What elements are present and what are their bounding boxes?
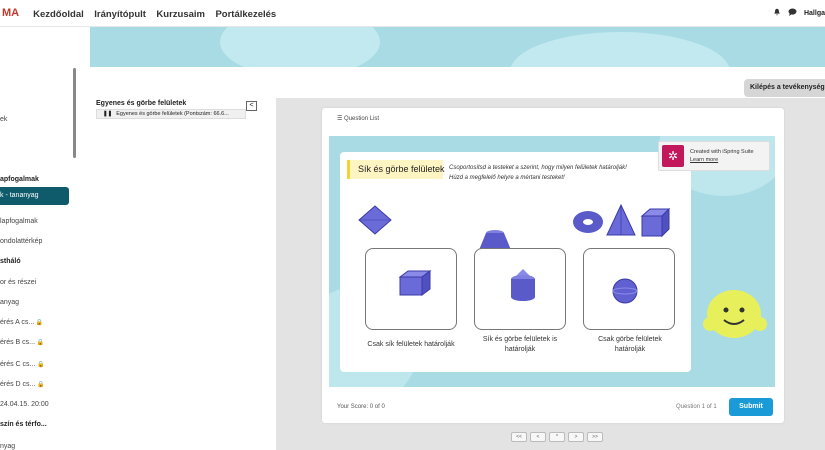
sidebar-item-label: anyag xyxy=(0,299,20,306)
nav-my-courses[interactable]: Kurzusaim xyxy=(156,9,205,20)
attempt-label: Egyenes és görbe felületek (Pontszám: 66… xyxy=(116,111,229,117)
collapse-player-button[interactable]: ^ xyxy=(549,432,565,442)
user-menu[interactable]: Hallga xyxy=(804,10,825,17)
sidebar-item[interactable]: érés C cs... 🔒 xyxy=(0,361,72,368)
sidebar-item-label: 24.04.15. 20:00 xyxy=(0,401,49,408)
sidebar-item-label: apfogalmak xyxy=(0,176,39,183)
prism-shape[interactable] xyxy=(398,269,432,299)
course-index-sidebar: ek apfogalmak k - tananyag lapfogalmak ondol… xyxy=(0,27,75,450)
bell-icon[interactable] xyxy=(773,8,781,18)
ispring-logo-icon: ✲ xyxy=(662,145,684,167)
activity-attempt-row[interactable]: ❚❚ Egyenes és görbe felületek (Pontszám: … xyxy=(96,109,246,119)
question-counter: Question 1 of 1 xyxy=(676,404,717,410)
main-nav: Kezdőoldal Irányítópult Kurzusaim Portál… xyxy=(33,4,282,22)
cube-shape[interactable] xyxy=(638,206,672,238)
pyramid-shape[interactable] xyxy=(605,203,637,239)
banner-decoration xyxy=(510,32,730,67)
pause-icon: ❚❚ xyxy=(103,111,113,117)
sidebar-item[interactable]: ek xyxy=(0,116,72,123)
sidebar-item-label: k - tananyag xyxy=(0,192,39,199)
ispring-caption: Created with iSpring Suite xyxy=(690,149,754,155)
sidebar-item[interactable]: ondolattérkép xyxy=(0,238,72,245)
score-label: Your Score: 0 of 0 xyxy=(337,404,385,410)
sidebar-item-label: stháló xyxy=(0,258,21,265)
sphere-shape[interactable] xyxy=(611,277,639,305)
sidebar-item-label: lapfogalmak xyxy=(0,218,38,225)
sidebar-item-label: ondolattérkép xyxy=(0,238,43,245)
sidebar-item[interactable]: or és részei xyxy=(0,279,72,286)
dropzone-label: Csak görbe felületek határolják xyxy=(598,336,662,353)
sidebar-item-label: ek xyxy=(0,116,8,123)
nav-home[interactable]: Kezdőoldal xyxy=(33,9,84,20)
instruction-line: Csoportosítsd a testeket a szerint, hogy… xyxy=(449,165,627,171)
sidebar-item[interactable]: apfogalmak xyxy=(0,176,72,183)
instruction-line: Húzd a megfelelő helyre a mértani testek… xyxy=(449,175,565,181)
lock-icon: 🔒 xyxy=(35,340,45,346)
sidebar-item[interactable]: stháló xyxy=(0,258,72,265)
sidebar-item[interactable]: k - tananyag xyxy=(0,187,69,205)
dropzone-curved-surfaces[interactable] xyxy=(583,248,675,330)
sidebar-item-label: szín és térfo... xyxy=(0,421,47,428)
exit-activity-button[interactable]: Kilépés a tevékenységből xyxy=(744,79,825,97)
dropzone-flat-surfaces[interactable] xyxy=(365,248,457,330)
user-area: Hallga xyxy=(773,8,825,18)
list-icon: ☰ xyxy=(337,116,345,122)
player-navigation: << < ^ > >> xyxy=(511,432,603,442)
sidebar-item-label: érés D cs... xyxy=(0,381,36,388)
next-slide-button[interactable]: > xyxy=(568,432,584,442)
lock-icon: 🔒 xyxy=(35,362,45,368)
submit-button[interactable]: Submit xyxy=(729,398,773,416)
sidebar-item-label: érés A cs... xyxy=(0,319,35,326)
nav-site-admin[interactable]: Portálkezelés xyxy=(215,9,276,20)
banner-decoration xyxy=(220,27,380,67)
sidebar-item[interactable]: nyag xyxy=(0,443,72,450)
last-slide-button[interactable]: >> xyxy=(587,432,603,442)
sidebar-item[interactable]: szín és térfo... xyxy=(0,421,72,428)
sidebar-item[interactable]: érés B cs... 🔒 xyxy=(0,339,72,346)
lock-icon: 🔒 xyxy=(34,320,44,326)
sidebar-item-label: or és részei xyxy=(0,279,37,286)
question-list-button[interactable]: ☰ Question List xyxy=(337,115,379,122)
dropzone-label: Csak sík felületek határolják xyxy=(367,341,455,348)
torus-shape[interactable] xyxy=(570,208,606,236)
sidebar-item-label: érés B cs... xyxy=(0,339,36,346)
site-logo[interactable]: MA xyxy=(2,7,19,19)
question-list-label: Question List xyxy=(344,116,380,122)
lock-icon: 🔒 xyxy=(35,382,45,388)
sidebar-item-label: érés C cs... xyxy=(0,361,36,368)
cylinder-cone-shape[interactable] xyxy=(507,267,539,303)
collapse-button[interactable]: < xyxy=(246,101,257,111)
sidebar-item[interactable]: lapfogalmak xyxy=(0,218,72,225)
slide-instructions: Csoportosítsd a testeket a szerint, hogy… xyxy=(449,163,627,183)
mascot-character xyxy=(703,290,767,338)
sidebar-item[interactable]: érés D cs... 🔒 xyxy=(0,381,72,388)
learn-more-link[interactable]: Learn more xyxy=(690,157,718,163)
dropzone-label: Sík és görbe felületek is határolják xyxy=(482,336,558,353)
top-navbar: MA Kezdőoldal Irányítópult Kurzusaim Por… xyxy=(0,0,825,27)
sidebar-scrollbar[interactable] xyxy=(73,68,76,158)
ispring-badge[interactable]: ✲ Created with iSpring Suite Learn more xyxy=(658,141,770,171)
octahedron-shape[interactable] xyxy=(357,204,393,236)
dropzone-mixed-surfaces[interactable] xyxy=(474,248,566,330)
first-slide-button[interactable]: << xyxy=(511,432,527,442)
course-header-banner xyxy=(90,27,825,67)
sidebar-item[interactable]: anyag xyxy=(0,299,72,306)
nav-dashboard[interactable]: Irányítópult xyxy=(94,9,146,20)
chat-icon[interactable] xyxy=(788,8,797,18)
slide-title: Sík és görbe felületek xyxy=(347,160,445,179)
sidebar-item[interactable]: 24.04.15. 20:00 xyxy=(0,401,72,408)
activity-title: Egyenes és görbe felületek xyxy=(96,100,187,107)
sidebar-item[interactable]: érés A cs... 🔒 xyxy=(0,319,72,326)
prev-slide-button[interactable]: < xyxy=(530,432,546,442)
sidebar-item-label: nyag xyxy=(0,443,16,450)
